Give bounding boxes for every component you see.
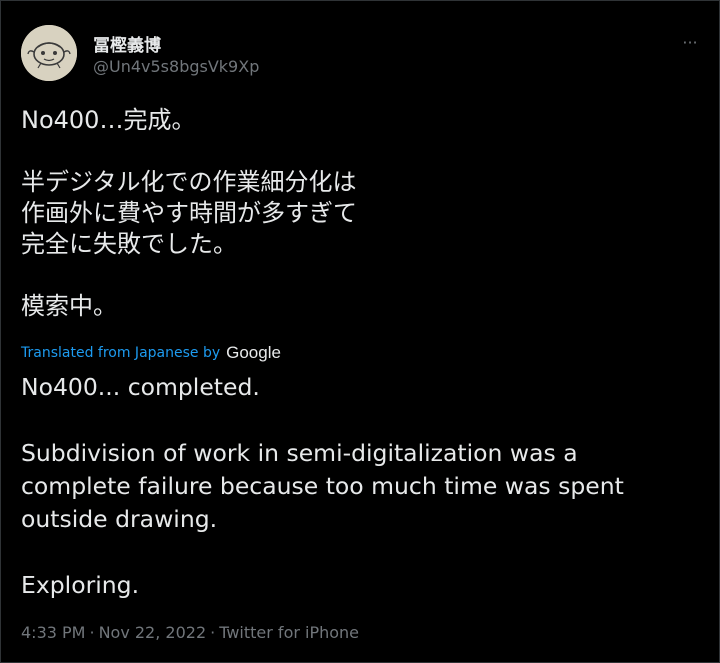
tweet-translated-text: No400... completed. Subdivision of work …	[21, 373, 624, 599]
more-button[interactable]: ···	[673, 29, 707, 55]
tweet-meta: 4:33 PM · Nov 22, 2022 · Twitter for iPhone	[21, 623, 359, 642]
author-display-name[interactable]: 冨樫義博	[93, 31, 161, 56]
tweet-source[interactable]: Twitter for iPhone	[219, 623, 359, 642]
tweet-date[interactable]: Nov 22, 2022	[99, 623, 207, 642]
meta-separator: ·	[89, 623, 95, 642]
translation-attribution: Translated from Japanese by Google	[21, 343, 281, 363]
translation-label: Translated from Japanese by	[21, 345, 221, 361]
tweet-original-text: No400…完成。 半デジタル化での作業細分化は 作画外に費やす時間が多すぎて …	[21, 106, 357, 320]
meta-separator-2: ·	[210, 623, 216, 642]
avatar[interactable]	[21, 25, 77, 81]
more-horizontal-icon: ···	[682, 32, 698, 52]
tweet-time[interactable]: 4:33 PM	[21, 623, 85, 642]
tweet-card: 冨樫義博 @Un4v5s8bgsVk9Xp ··· No400…完成。 半デジタ…	[0, 0, 720, 663]
avatar-sketch-icon	[21, 25, 77, 81]
author-handle[interactable]: @Un4v5s8bgsVk9Xp	[93, 57, 259, 76]
google-logo: Google	[226, 343, 281, 362]
